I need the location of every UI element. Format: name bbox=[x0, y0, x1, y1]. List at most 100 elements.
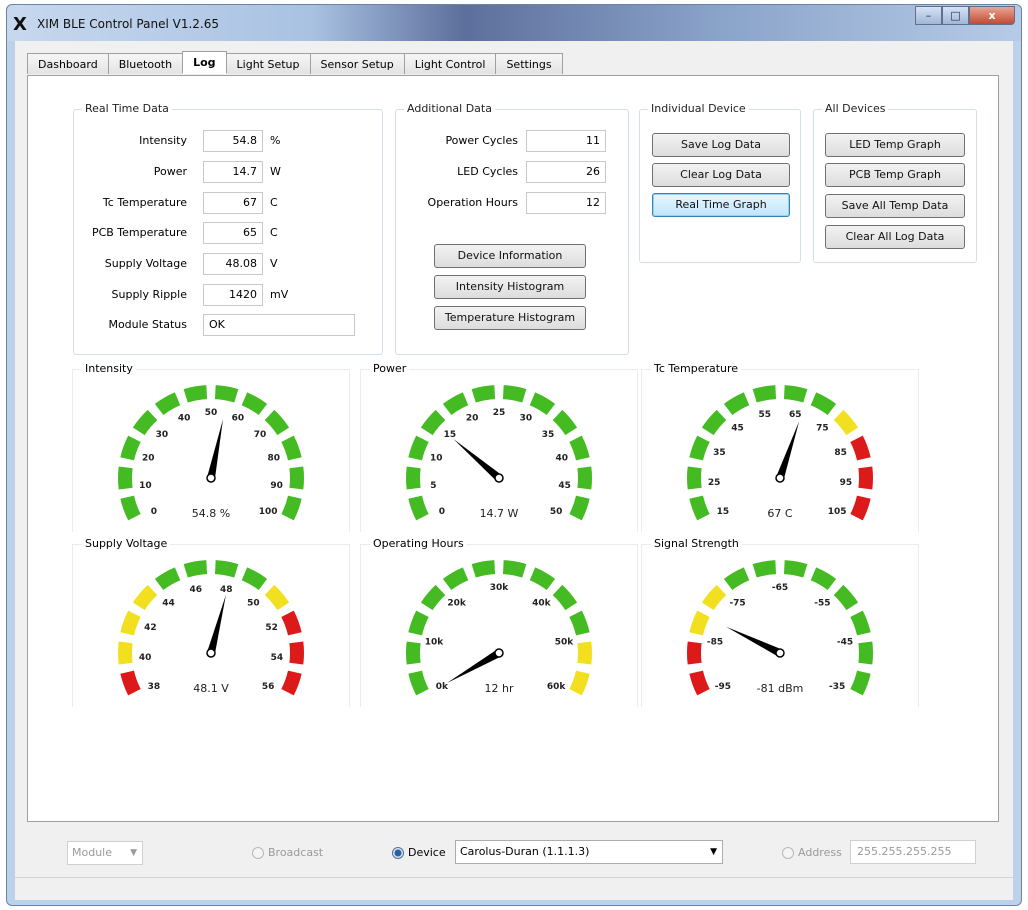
gauge-tick-label: 90 bbox=[270, 481, 283, 491]
device-label: Device bbox=[408, 846, 446, 859]
gauge-tick-label: 40 bbox=[139, 653, 152, 663]
gauge-tick-label: 52 bbox=[265, 623, 278, 633]
tab-log[interactable]: Log bbox=[182, 51, 227, 74]
device-information-button[interactable]: Device Information bbox=[434, 244, 586, 268]
additional-data-group: Additional Data Power Cycles 11 LED Cycl… bbox=[395, 102, 629, 355]
gauge-tick-label: 46 bbox=[190, 585, 203, 595]
gauge-tick-label: 40k bbox=[532, 598, 552, 608]
device-radio[interactable] bbox=[392, 847, 404, 859]
gauge-segment bbox=[408, 670, 429, 696]
broadcast-radio[interactable] bbox=[252, 847, 264, 859]
gauge-segment bbox=[752, 560, 777, 578]
gauge-segment bbox=[132, 584, 158, 611]
gauge-segment bbox=[577, 641, 592, 665]
gauge-segment bbox=[577, 466, 592, 490]
intensity-field[interactable]: 54.8 bbox=[203, 130, 263, 152]
pcb-temperature-field[interactable]: 65 bbox=[203, 222, 263, 244]
power-label: Power bbox=[153, 165, 187, 178]
gauge-segment bbox=[858, 466, 873, 490]
gauge-tick-label: 50k bbox=[555, 638, 575, 648]
tab-dashboard[interactable]: Dashboard bbox=[27, 53, 109, 74]
gauge-readout: 14.7 W bbox=[480, 507, 519, 520]
gauge-segment bbox=[289, 466, 304, 490]
gauge-tick-label: 20k bbox=[447, 598, 467, 608]
module-combo[interactable]: Module ▼ bbox=[67, 841, 143, 865]
gauge-segment bbox=[569, 435, 590, 461]
gauge-tick-label: 105 bbox=[828, 507, 847, 517]
led-temp-graph-button[interactable]: LED Temp Graph bbox=[825, 133, 965, 157]
tc-temperature-gauge: Tc Temperature 15 25 35 45 55 65 75 85 95 105 67 C bbox=[641, 362, 919, 532]
led-cycles-label: LED Cycles bbox=[457, 165, 518, 178]
minimize-button[interactable]: – bbox=[915, 6, 942, 25]
pcb-temperature-label: PCB Temperature bbox=[91, 226, 187, 239]
gauge-tick-label: 25 bbox=[493, 408, 506, 418]
gauge-tick-label: 75 bbox=[816, 423, 829, 433]
close-button[interactable]: x bbox=[969, 6, 1015, 25]
gauge-segment bbox=[529, 567, 556, 591]
gauge-needle bbox=[726, 626, 782, 657]
gauge-segment bbox=[810, 567, 837, 591]
supply-voltage-field[interactable]: 48.08 bbox=[203, 253, 263, 275]
title-bar[interactable]: X XIM BLE Control Panel V1.2.65 – □ x bbox=[7, 5, 1021, 41]
gauge-hub bbox=[206, 473, 216, 483]
pcb-temperature-unit: C bbox=[270, 226, 278, 239]
gauge-segment bbox=[264, 409, 290, 436]
intensity-histogram-button[interactable]: Intensity Histogram bbox=[434, 275, 586, 299]
real-time-data-group: Real Time Data Intensity 54.8 % Power 14… bbox=[73, 102, 383, 355]
gauge-needle bbox=[207, 419, 223, 479]
address-radio[interactable] bbox=[782, 847, 794, 859]
gauge-tick-label: -75 bbox=[729, 598, 745, 608]
gauge-hub bbox=[206, 648, 216, 658]
gauge-segment bbox=[471, 560, 496, 578]
log-tab-page: Real Time Data Intensity 54.8 % Power 14… bbox=[27, 75, 999, 822]
gauge-segment bbox=[183, 560, 208, 578]
gauge-segment bbox=[689, 435, 710, 461]
gauge-tick-label: 100 bbox=[259, 507, 278, 517]
operating-hours-gauge: Operating Hours 0k 10k 20k 30k 40k 50k 60k 12 h… bbox=[360, 537, 638, 707]
device-select[interactable]: Carolus-Duran (1.1.1.3) ▼ bbox=[455, 840, 723, 864]
supply-voltage-unit: V bbox=[270, 257, 278, 270]
module-combo-label: Module bbox=[72, 846, 112, 859]
clear-all-log-data-button[interactable]: Clear All Log Data bbox=[825, 225, 965, 249]
gauge-segment bbox=[154, 392, 181, 416]
power-cycles-field[interactable]: 11 bbox=[526, 130, 606, 152]
intensity-unit: % bbox=[270, 134, 281, 147]
tc-temperature-field[interactable]: 67 bbox=[203, 192, 263, 214]
tab-light-control[interactable]: Light Control bbox=[403, 53, 497, 74]
gauge-segment bbox=[406, 641, 421, 665]
all-devices-group: All Devices LED Temp Graph PCB Temp Grap… bbox=[813, 102, 977, 263]
save-all-temp-data-button[interactable]: Save All Temp Data bbox=[825, 194, 965, 218]
clear-log-data-button[interactable]: Clear Log Data bbox=[652, 163, 790, 187]
maximize-button[interactable]: □ bbox=[942, 6, 969, 25]
address-field[interactable]: 255.255.255.255 bbox=[850, 840, 976, 864]
individual-device-group: Individual Device Save Log Data Clear Lo… bbox=[639, 102, 801, 263]
gauge-tick-label: 0 bbox=[439, 507, 445, 517]
tab-bluetooth[interactable]: Bluetooth bbox=[107, 53, 184, 74]
gauge-segment bbox=[442, 392, 469, 416]
pcb-temp-graph-button[interactable]: PCB Temp Graph bbox=[825, 163, 965, 187]
gauge-tick-label: 65 bbox=[789, 410, 802, 420]
gauge-segment bbox=[408, 610, 429, 636]
save-log-data-button[interactable]: Save Log Data bbox=[652, 133, 790, 157]
tab-sensor-setup[interactable]: Sensor Setup bbox=[309, 53, 405, 74]
tab-light-setup[interactable]: Light Setup bbox=[225, 53, 311, 74]
power-field[interactable]: 14.7 bbox=[203, 161, 263, 183]
gauge-segment bbox=[471, 385, 496, 403]
real-time-graph-button[interactable]: Real Time Graph bbox=[652, 193, 790, 217]
led-cycles-field[interactable]: 26 bbox=[526, 161, 606, 183]
gauge-tick-label: 40 bbox=[556, 454, 569, 464]
gauge-segment bbox=[689, 495, 710, 521]
module-status-field[interactable]: OK bbox=[203, 314, 355, 336]
gauge-segment bbox=[214, 560, 239, 578]
gauge-tick-label: -45 bbox=[837, 638, 853, 648]
gauge-segment bbox=[529, 392, 556, 416]
gauge-segment bbox=[264, 584, 290, 611]
gauge-hub bbox=[775, 473, 785, 483]
operation-hours-field[interactable]: 12 bbox=[526, 192, 606, 214]
tab-settings[interactable]: Settings bbox=[495, 53, 563, 74]
gauge-segment bbox=[408, 435, 429, 461]
supply-ripple-field[interactable]: 1420 bbox=[203, 284, 263, 306]
group-title: Real Time Data bbox=[82, 102, 172, 115]
device-select-value: Carolus-Duran (1.1.1.3) bbox=[460, 845, 590, 858]
temperature-histogram-button[interactable]: Temperature Histogram bbox=[434, 306, 586, 330]
